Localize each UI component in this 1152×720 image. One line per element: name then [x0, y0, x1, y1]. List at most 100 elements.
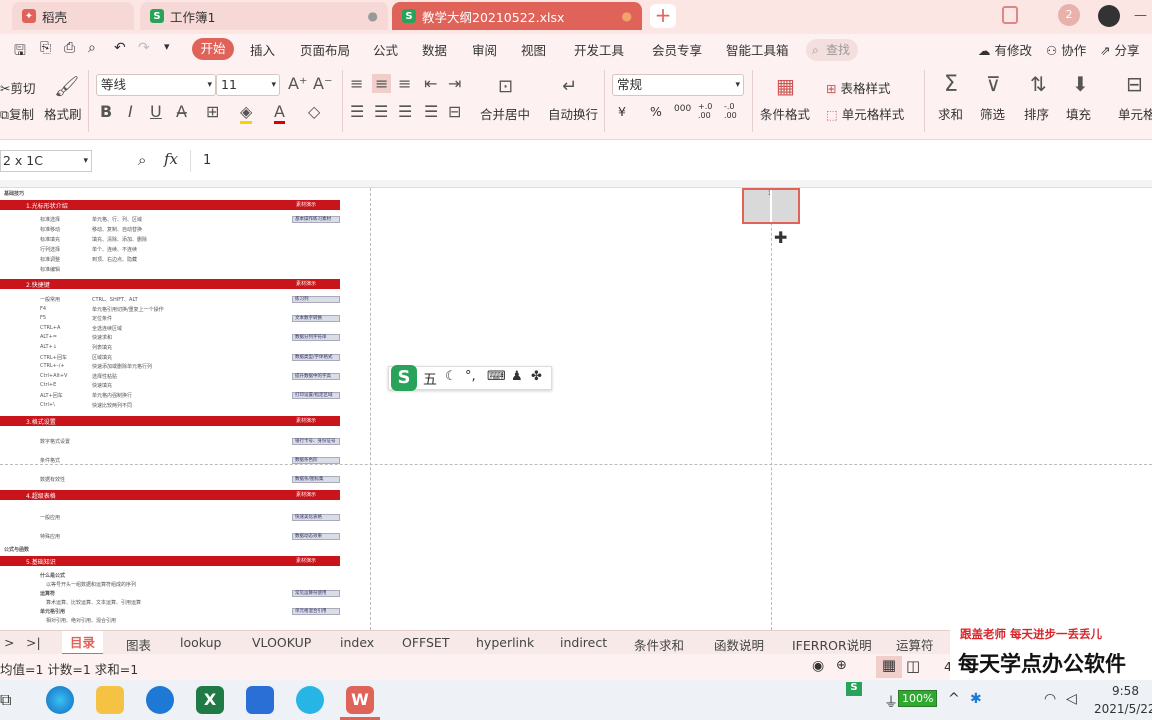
search-input[interactable]: ⌕ 查找	[806, 39, 858, 61]
thousands-button[interactable]: 000	[674, 104, 691, 114]
zoom-icon[interactable]: ⌕	[138, 151, 146, 169]
align-middle-icon[interactable]: ≡	[372, 74, 392, 93]
hyperlink-button[interactable]: 打印设置/指定区域	[292, 392, 340, 399]
sum-button[interactable]: 求和	[938, 104, 963, 123]
clock-app-icon[interactable]	[146, 686, 174, 714]
copy-button[interactable]: ⧉复制	[0, 104, 34, 123]
font-shrink-icon[interactable]: A⁻	[313, 74, 332, 93]
split-icon[interactable]: ⊕	[836, 658, 847, 673]
underline-icon[interactable]: U	[150, 102, 162, 121]
eye-icon[interactable]: ◉	[812, 658, 824, 674]
tray-app-icon[interactable]: ✱	[970, 691, 982, 707]
sheet-tab[interactable]: index	[340, 635, 374, 650]
hyperlink-button[interactable]: 基本操作练习素材	[292, 216, 340, 223]
new-tab-button[interactable]: +	[650, 4, 676, 28]
excel-icon[interactable]: X	[196, 686, 224, 714]
clock-date[interactable]: 2021/5/22	[1094, 702, 1152, 716]
name-box[interactable]: 2 x 1C ▾	[0, 150, 92, 172]
ime-tray-icon[interactable]: S	[846, 682, 862, 696]
avatar[interactable]	[1098, 5, 1120, 27]
sheet-tab[interactable]: indirect	[560, 635, 607, 650]
font-name-select[interactable]: 等线 ▾	[96, 74, 216, 96]
font-color-icon[interactable]: A	[274, 102, 285, 124]
power-plug-icon[interactable]: ⏚	[884, 692, 898, 712]
tab-workbook1[interactable]: S 工作簿1 ●	[140, 2, 388, 30]
punctuation-icon[interactable]: °,	[465, 369, 476, 384]
chevron-down-icon[interactable]: ▾	[164, 40, 170, 53]
number-format-select[interactable]: 常规 ▾	[612, 74, 744, 96]
modified-button[interactable]: ☁ 有修改	[978, 40, 1032, 59]
hyperlink-button[interactable]: 数据条色阶	[292, 457, 340, 464]
sheet-tab[interactable]: hyperlink	[476, 635, 534, 650]
sheet-tab-active[interactable]: 目录	[62, 631, 104, 655]
ime-mode[interactable]: 五	[423, 369, 437, 389]
formula-input[interactable]: 1	[190, 150, 1152, 172]
table-style-button[interactable]: ⊞ 表格样式	[826, 78, 890, 97]
fill-button[interactable]: 填充	[1066, 104, 1091, 123]
font-size-select[interactable]: 11 ▾	[216, 74, 280, 96]
menu-view[interactable]: 视图	[521, 40, 546, 59]
distribute-icon[interactable]: ⊟	[448, 102, 461, 121]
wps-icon[interactable]: W	[346, 686, 374, 714]
sheet-tab[interactable]: 函数说明	[714, 635, 764, 654]
cell-style-button[interactable]: ⬚ 单元格样式	[826, 104, 904, 123]
align-center-icon[interactable]: ☰	[374, 102, 388, 121]
menu-start[interactable]: 开始	[192, 38, 234, 60]
hyperlink-button[interactable]: 数据类型/字体格式	[292, 353, 340, 361]
redo-icon[interactable]: ↷	[138, 40, 150, 56]
align-bottom-icon[interactable]: ≡	[398, 74, 411, 93]
page-view-icon[interactable]: ◫	[906, 657, 920, 675]
clock-time[interactable]: 9:58	[1112, 684, 1139, 698]
selected-cell-range[interactable]: 1	[742, 188, 800, 224]
edge-icon[interactable]	[46, 686, 74, 714]
hyperlink-button[interactable]: 单元格混合引用	[292, 608, 340, 615]
hyperlink-button[interactable]: 文本数字转换	[292, 315, 340, 323]
sheet-tab[interactable]: 图表	[126, 635, 151, 654]
hyperlink-button[interactable]: 常见运算符使用	[292, 590, 340, 597]
undo-icon[interactable]: ↶	[114, 40, 126, 56]
tab-docer[interactable]: ✦ 稻壳	[12, 2, 134, 30]
hyperlink-button[interactable]: 银行卡号、身份证号	[292, 438, 340, 445]
border-icon[interactable]: ⊞	[206, 102, 219, 121]
notification-badge[interactable]: 2	[1058, 4, 1080, 26]
cell-button[interactable]: 单元格	[1118, 104, 1152, 123]
percent-button[interactable]: %	[650, 104, 662, 119]
user-icon[interactable]: ♟	[511, 369, 523, 384]
hyperlink-button[interactable]: 数据条/图标集	[292, 476, 340, 483]
unsaved-dot-icon[interactable]: ●	[622, 9, 632, 23]
sheet-tab[interactable]: lookup	[180, 635, 221, 650]
mail-icon[interactable]	[246, 686, 274, 714]
skin-icon[interactable]	[1002, 6, 1018, 24]
chevron-up-icon[interactable]: ^	[948, 691, 960, 707]
browser-icon[interactable]	[296, 686, 324, 714]
menu-formula[interactable]: 公式	[373, 40, 398, 59]
print-icon[interactable]: ⎙	[64, 40, 75, 56]
battery-indicator[interactable]: 100%	[898, 690, 938, 707]
close-icon[interactable]: ●	[368, 9, 378, 23]
taskview-icon[interactable]: ⧉	[0, 690, 11, 710]
ime-toolbar[interactable]: S 五 ☾ °, ⌨ ♟ ✤	[388, 365, 552, 391]
speaker-icon[interactable]: ◁	[1066, 691, 1077, 707]
save-icon[interactable]: 🖫	[14, 40, 26, 64]
hyperlink-button[interactable]: 数据分列字符串	[292, 334, 340, 342]
collab-button[interactable]: ⚇ 协作	[1046, 40, 1086, 59]
prev-sheet-icon[interactable]: >	[4, 635, 14, 650]
decrease-decimal-button[interactable]: -.0 .00	[724, 102, 740, 120]
menu-smart-toolbox[interactable]: 智能工具箱	[726, 40, 789, 59]
fx-button[interactable]: fx	[164, 150, 178, 168]
indent-decrease-icon[interactable]: ⇤	[424, 74, 437, 93]
share-button[interactable]: ⇗ 分享	[1100, 40, 1139, 59]
merge-center-button[interactable]: 合并居中	[480, 104, 530, 123]
fill-color-icon[interactable]: ◈	[240, 102, 253, 124]
keyboard-icon[interactable]: ⌨	[487, 369, 506, 384]
conditional-format-button[interactable]: 条件格式	[760, 104, 810, 123]
normal-view-icon[interactable]: ▦	[876, 656, 902, 678]
print-preview-icon[interactable]: ⌕	[88, 40, 96, 56]
align-left-icon[interactable]: ☰	[350, 102, 364, 121]
last-sheet-icon[interactable]: >|	[26, 635, 41, 650]
menu-page-layout[interactable]: 页面布局	[300, 40, 350, 59]
hyperlink-button[interactable]: 快速美化表格	[292, 514, 340, 521]
font-grow-icon[interactable]: A⁺	[288, 74, 307, 93]
menu-review[interactable]: 审阅	[472, 40, 497, 59]
filter-button[interactable]: 筛选	[980, 104, 1005, 123]
